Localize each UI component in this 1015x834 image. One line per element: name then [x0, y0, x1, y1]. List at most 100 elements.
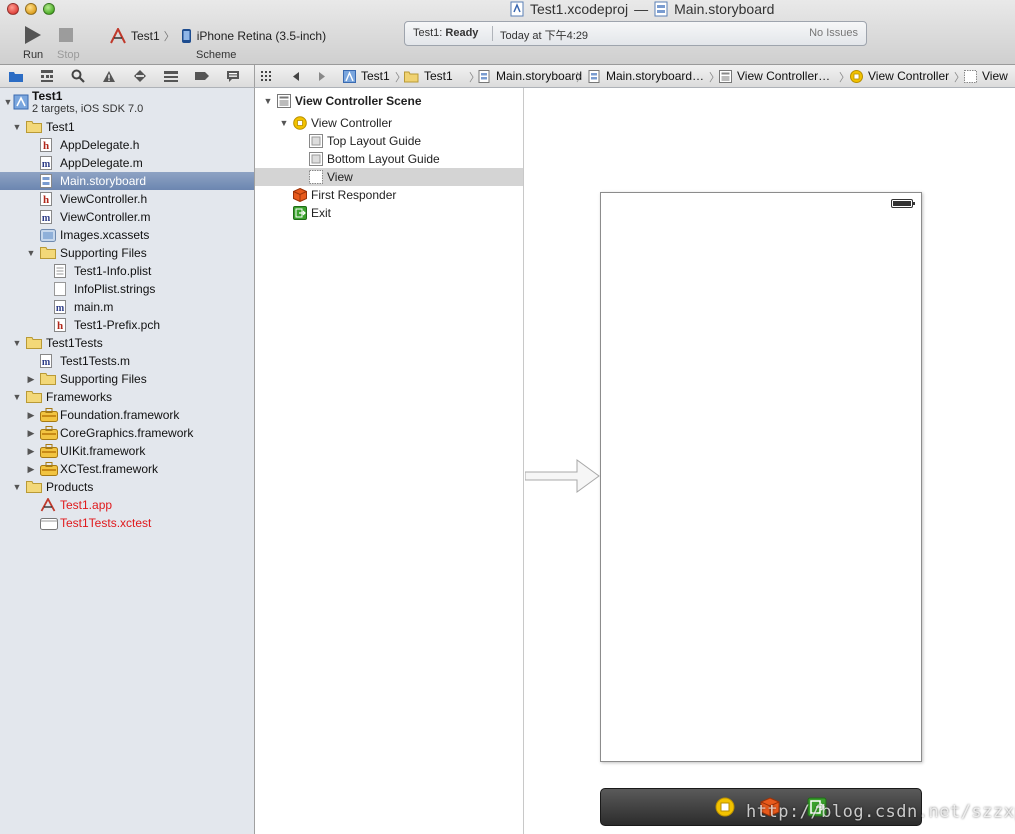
- navigator-row[interactable]: Test1Tests.xctest: [0, 514, 254, 532]
- jump-bar-group[interactable]: Test1: [404, 69, 453, 83]
- navigator-row[interactable]: Main.storyboard: [0, 172, 254, 190]
- disclosure-triangle-icon[interactable]: ▼: [279, 118, 289, 128]
- scheme-popup[interactable]: Test1 〉 iPhone Retina (3.5-inch): [109, 27, 326, 45]
- view-controller-canvas-view[interactable]: [600, 192, 922, 762]
- framework-icon: [40, 408, 58, 422]
- symbol-navigator-tab[interactable]: [31, 65, 62, 87]
- navigator-row[interactable]: ▶ CoreGraphics.framework: [0, 424, 254, 442]
- navigator-row[interactable]: Test1-Info.plist: [0, 262, 254, 280]
- navigator-row-label: UIKit.framework: [60, 444, 146, 458]
- view-icon: [964, 69, 977, 83]
- jump-bar-scene[interactable]: View Controller…: [719, 69, 830, 83]
- navigator-row[interactable]: ▼ Frameworks: [0, 388, 254, 406]
- activity-issues[interactable]: No Issues: [809, 27, 858, 39]
- storyboard-canvas[interactable]: http://blog.csdn.net/szzxp: [525, 88, 1015, 834]
- view-controller-icon[interactable]: [715, 797, 735, 817]
- disclosure-triangle-icon[interactable]: ▼: [12, 338, 22, 348]
- svg-text:m: m: [56, 303, 65, 314]
- navigator-row[interactable]: ▶ Foundation.framework: [0, 406, 254, 424]
- run-button[interactable]: [20, 24, 46, 46]
- initial-scene-arrow-icon[interactable]: [525, 456, 603, 496]
- back-arrow-icon[interactable]: [291, 71, 301, 82]
- debug-navigator-tab[interactable]: [155, 65, 186, 87]
- outline-row[interactable]: ▼ View Controller: [255, 114, 523, 132]
- outline-scene-row[interactable]: ▼ View Controller Scene: [255, 92, 523, 110]
- disclosure-triangle-icon[interactable]: ▼: [12, 482, 22, 492]
- navigator-row[interactable]: ▶ UIKit.framework: [0, 442, 254, 460]
- navigator-row[interactable]: ▼ Test1: [0, 118, 254, 136]
- window-title-project: Test1.xcodeproj: [530, 1, 629, 17]
- navigator-row[interactable]: m Test1Tests.m: [0, 352, 254, 370]
- jump-bar-project[interactable]: Test1: [343, 69, 390, 83]
- navigator-row-label: ViewController.m: [60, 210, 151, 224]
- outline-row[interactable]: View: [255, 168, 523, 186]
- close-window-button[interactable]: [7, 3, 19, 15]
- outline-row[interactable]: First Responder: [255, 186, 523, 204]
- jump-bar-separator: 〉: [839, 72, 850, 84]
- disclosure-triangle-icon[interactable]: ▼: [12, 392, 22, 402]
- zoom-window-button[interactable]: [43, 3, 55, 15]
- navigator-row-label: ViewController.h: [60, 192, 148, 206]
- outline-scene-title: View Controller Scene: [295, 94, 422, 108]
- minimize-window-button[interactable]: [25, 3, 37, 15]
- project-navigator-tab[interactable]: [0, 65, 31, 87]
- stop-label: Stop: [57, 49, 80, 61]
- outline-row[interactable]: Bottom Layout Guide: [255, 150, 523, 168]
- jump-bar-localization[interactable]: Main.storyboard…: [588, 69, 704, 83]
- related-items-icon[interactable]: [261, 71, 273, 82]
- folder-icon: [26, 336, 42, 350]
- objc-file-icon: m: [40, 156, 54, 170]
- objc-file-icon: m: [40, 354, 54, 368]
- issue-navigator-tab[interactable]: [93, 65, 124, 87]
- navigator-row[interactable]: ▶ XCTest.framework: [0, 460, 254, 478]
- find-navigator-tab[interactable]: [62, 65, 93, 87]
- layout-guide-icon: [309, 152, 323, 166]
- jump-bar-view[interactable]: View: [964, 69, 1008, 83]
- storyboard-file-icon: [478, 69, 490, 83]
- navigator-row[interactable]: ▼ Products: [0, 478, 254, 496]
- test-navigator-tab[interactable]: [124, 65, 155, 87]
- disclosure-triangle-icon[interactable]: ▶: [26, 374, 36, 384]
- disclosure-triangle-icon[interactable]: ▶: [26, 446, 36, 456]
- navigator-row[interactable]: ▼ Supporting Files: [0, 244, 254, 262]
- navigator-selector-bar: [0, 65, 255, 88]
- outline-row[interactable]: Exit: [255, 204, 523, 222]
- jump-bar-file[interactable]: Main.storyboard: [478, 69, 582, 83]
- hierarchy-icon: [40, 70, 53, 82]
- activity-status: Test1: Ready: [413, 27, 478, 39]
- disclosure-triangle-icon[interactable]: ▼: [26, 248, 36, 258]
- navigator-row[interactable]: ▶ Supporting Files: [0, 370, 254, 388]
- disclosure-triangle-icon[interactable]: ▶: [26, 428, 36, 438]
- stop-button[interactable]: [55, 24, 81, 46]
- scheme-target[interactable]: Test1: [131, 29, 160, 43]
- navigator-row[interactable]: h ViewController.h: [0, 190, 254, 208]
- navigator-row[interactable]: InfoPlist.strings: [0, 280, 254, 298]
- navigator-row[interactable]: Images.xcassets: [0, 226, 254, 244]
- navigator-row[interactable]: h AppDelegate.h: [0, 136, 254, 154]
- navigator-row[interactable]: m main.m: [0, 298, 254, 316]
- disclosure-triangle-icon[interactable]: ▶: [26, 464, 36, 474]
- forward-arrow-icon[interactable]: [317, 71, 327, 82]
- scheme-destination[interactable]: iPhone Retina (3.5-inch): [197, 29, 326, 43]
- log-navigator-tab[interactable]: [217, 65, 248, 87]
- navigator-row-label: Test1Tests: [46, 336, 103, 350]
- navigator-row[interactable]: Test1.app: [0, 496, 254, 514]
- outline-row[interactable]: Top Layout Guide: [255, 132, 523, 150]
- project-root-row[interactable]: ▼ Test1 2 targets, iOS SDK 7.0: [0, 88, 254, 116]
- battery-icon: [891, 199, 915, 208]
- navigator-row[interactable]: m ViewController.m: [0, 208, 254, 226]
- navigator-row[interactable]: ▼ Test1Tests: [0, 334, 254, 352]
- navigator-row[interactable]: h Test1-Prefix.pch: [0, 316, 254, 334]
- activity-status-prefix: Test1:: [413, 27, 446, 39]
- disclosure-triangle-icon[interactable]: ▼: [263, 96, 273, 106]
- breakpoint-navigator-tab[interactable]: [186, 65, 217, 87]
- navigator-row[interactable]: m AppDelegate.m: [0, 154, 254, 172]
- disclosure-triangle-icon[interactable]: ▼: [3, 97, 13, 107]
- app-target-icon: [110, 28, 126, 44]
- navigator-row-label: Test1-Prefix.pch: [74, 318, 161, 332]
- header-file-icon: h: [54, 318, 68, 332]
- disclosure-triangle-icon[interactable]: ▶: [26, 410, 36, 420]
- disclosure-triangle-icon[interactable]: ▼: [12, 122, 22, 132]
- jump-bar-view-controller[interactable]: View Controller: [850, 69, 949, 83]
- svg-text:m: m: [42, 159, 51, 170]
